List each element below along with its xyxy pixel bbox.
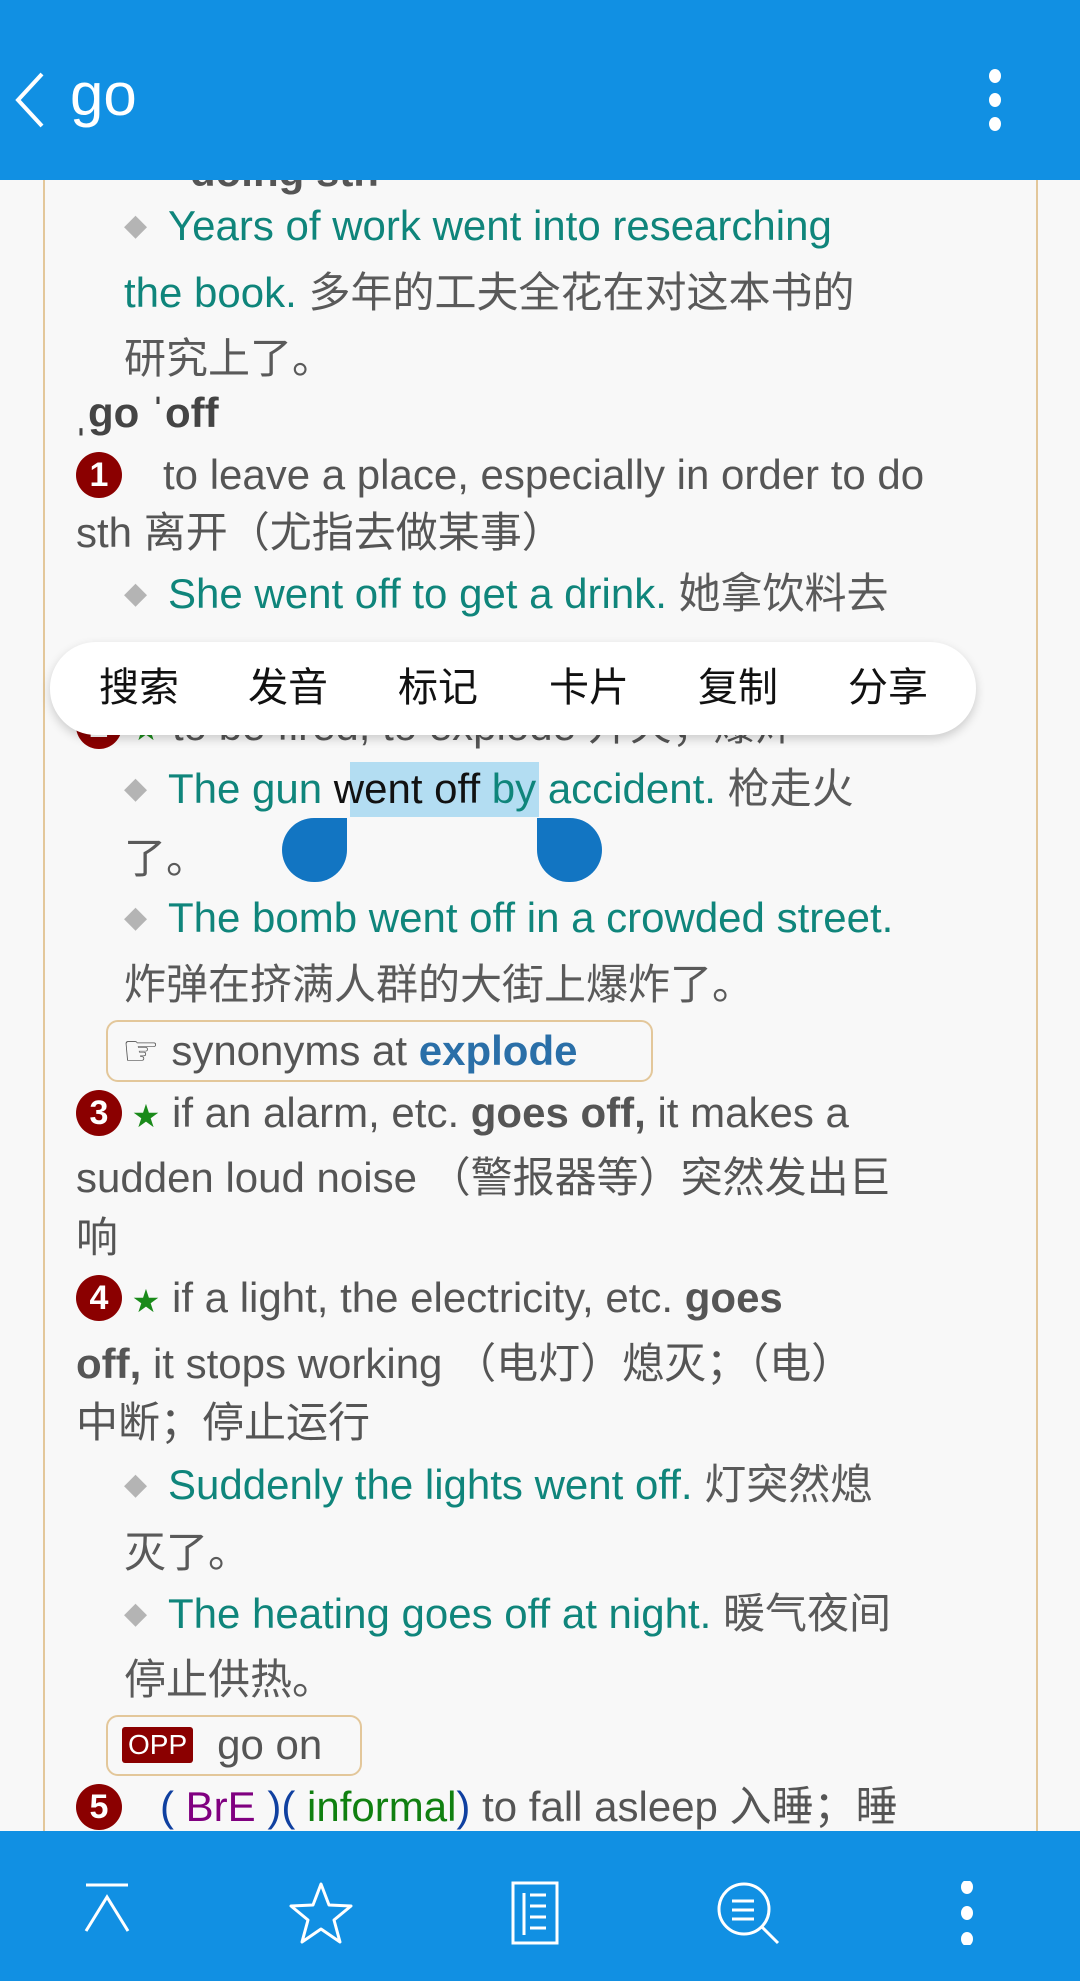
more-vert-icon[interactable] [980,68,1010,132]
example-translation: 炸弹在挤满人群的大街上爆炸了。 [124,961,755,1008]
opp-badge: OPP [122,1726,194,1763]
menu-share[interactable]: 分享 [848,642,928,735]
sense-1: 1 to leave a place, especially in order t… [76,445,924,505]
menu-pronounce[interactable]: 发音 [248,642,328,735]
example: Years of work went into researching [168,202,832,249]
search-list-icon[interactable] [716,1881,782,1945]
scroll-top-icon[interactable] [82,1881,132,1943]
selected-text: went off [333,765,481,812]
example-translation: 研究上了。 [124,335,335,382]
sense-1-cont: sth 离开（尤指去做某事） [76,509,564,556]
star-icon[interactable] [288,1881,354,1945]
text-selection-menu: 搜索 发音 标记 卡片 复制 分享 [50,642,976,735]
example: ◆ The heating goes off at night. 暖气夜间 [124,1590,891,1637]
menu-mark[interactable]: 标记 [398,642,478,735]
app-header: go [0,0,1080,180]
bottom-toolbar [0,1831,1080,1981]
sense-4: 4 ★ if a light, the electricity, etc. goes [76,1268,783,1328]
example-translation: 停止供热。 [124,1656,335,1703]
page-title: go [70,61,137,128]
example-translation: 灭了。 [124,1529,251,1576]
example: ◆ The bomb went off in a crowded street. [124,894,894,941]
sense-3-cont: sudden loud noise （警报器等）突然发出巨 [76,1154,891,1201]
synonyms-link[interactable]: ☞ synonyms at explode [122,1021,577,1081]
example: the book. 多年的工夫全花在对这本书的 [124,269,855,316]
menu-card[interactable]: 卡片 [549,642,629,735]
sense-3: 3 ★ if an alarm, etc. goes off, it makes a [76,1083,849,1143]
example: ◆ The gun went off by accident. 枪走火 [124,765,854,812]
example: ◆ She went off to get a drink. 她拿饮料去 [124,570,889,617]
diamond-icon: ◆ [124,209,148,242]
sense-3-cont: 响 [76,1214,119,1261]
phrase-heading: ˌgo ˈoff [74,389,219,436]
sense-5: 5( BrE )( informal) to fall asleep 入睡；睡 [76,1777,898,1837]
more-vert-icon[interactable] [952,1881,982,1945]
pointing-hand-icon: ☞ [122,1027,160,1074]
document-list-icon[interactable] [510,1881,560,1945]
menu-search[interactable]: 搜索 [99,642,179,735]
menu-copy[interactable]: 复制 [698,642,778,735]
chevron-left-icon[interactable] [12,70,48,130]
example-translation: 了。 [124,835,209,882]
selection-handle-right[interactable] [537,818,602,882]
opposite-link[interactable]: OPP go on [122,1715,322,1775]
example: ◆ Suddenly the lights went off. 灯突然熄 [124,1461,873,1508]
selection-handle-left[interactable] [282,818,347,882]
sense-4-cont: 中断；停止运行 [76,1399,371,1446]
sense-4-cont: off, it stops working （电灯）熄灭；（电） [76,1340,854,1387]
